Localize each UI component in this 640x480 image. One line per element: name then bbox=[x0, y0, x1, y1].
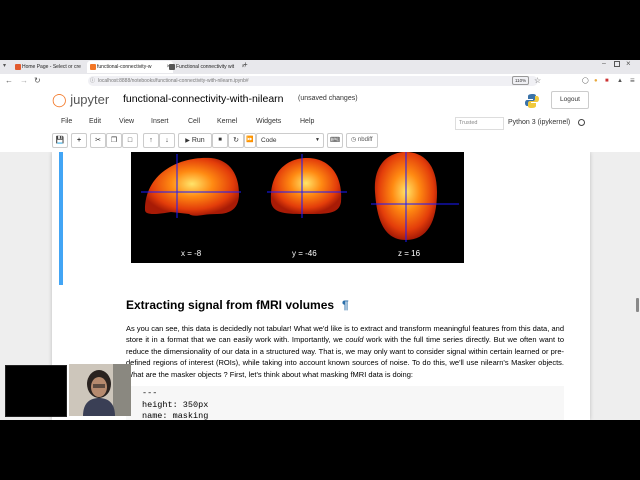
notebook-toolbar: 💾 + ✂ ❐ □ ↑ ↓ ▶ Run ■ ↻ ⏩ Code ▼ ⌨ ◷ nbd… bbox=[0, 132, 640, 150]
reload-icon[interactable]: ↻ bbox=[34, 75, 41, 87]
cell-type-select[interactable]: Code ▼ bbox=[256, 133, 324, 148]
insert-cell-icon[interactable]: + bbox=[71, 133, 87, 148]
cell-type-value: Code bbox=[261, 137, 277, 144]
menu-file[interactable]: File bbox=[61, 114, 72, 130]
jupyter-favicon-icon bbox=[90, 64, 96, 70]
section-heading-text: Extracting signal from fMRI volumes bbox=[126, 298, 335, 312]
section-heading: Extracting signal from fMRI volumes ¶ bbox=[126, 298, 349, 312]
menu-widgets[interactable]: Widgets bbox=[256, 114, 281, 130]
code-lines: --- height: 350px name: masking bbox=[142, 388, 208, 420]
restart-kernel-icon[interactable]: ↻ bbox=[228, 133, 244, 148]
tab-functional-connectivity-notebook[interactable]: functional-connectivity-w × bbox=[87, 61, 173, 73]
bookmark-star-icon[interactable]: ☆ bbox=[534, 75, 541, 87]
zoom-level-badge[interactable]: 110% bbox=[512, 76, 530, 85]
chevron-down-icon: ▼ bbox=[315, 137, 320, 143]
code-line: height: 350px bbox=[142, 399, 209, 410]
tab-functional-connectivity-docs[interactable]: Functional connectivity wit × bbox=[166, 61, 248, 73]
tab-label: functional-connectivity-w bbox=[97, 64, 152, 70]
browser-menu-icon[interactable]: ▾ bbox=[3, 62, 6, 69]
webcam-overlay-blank bbox=[5, 365, 67, 417]
code-block: --- height: 350px name: masking bbox=[126, 386, 564, 420]
nbdiff-label: nbdiff bbox=[357, 137, 373, 143]
move-up-icon[interactable]: ↑ bbox=[143, 133, 159, 148]
history-icon: ◷ bbox=[351, 137, 357, 143]
menu-kernel[interactable]: Kernel bbox=[217, 114, 237, 130]
brain-slices-figure: x = -8 y = -46 z = 16 bbox=[131, 152, 464, 263]
trusted-indicator[interactable]: Trusted bbox=[455, 117, 504, 130]
copy-icon[interactable]: ❐ bbox=[106, 133, 122, 148]
python-logo-icon bbox=[525, 94, 539, 108]
logout-button[interactable]: Logout bbox=[551, 91, 589, 109]
run-button[interactable]: ▶ Run bbox=[178, 133, 212, 148]
selected-cell-indicator bbox=[59, 152, 63, 285]
forward-icon[interactable]: → bbox=[20, 75, 28, 87]
anchor-link[interactable]: ¶ bbox=[342, 298, 349, 312]
tab-label: Functional connectivity wit bbox=[176, 64, 235, 70]
menu-insert[interactable]: Insert bbox=[151, 114, 169, 130]
coord-label-x: x = -8 bbox=[181, 249, 202, 258]
markdown-paragraph: As you can see, this data is decidedly n… bbox=[126, 323, 564, 380]
code-line: --- bbox=[142, 388, 158, 398]
kernel-status-icon bbox=[578, 119, 585, 126]
play-icon: ▶ bbox=[185, 138, 190, 144]
menu-edit[interactable]: Edit bbox=[89, 114, 101, 130]
menu-cell[interactable]: Cell bbox=[188, 114, 200, 130]
code-line: name: masking bbox=[142, 411, 209, 420]
cut-icon[interactable]: ✂ bbox=[90, 133, 106, 148]
brain-slices-image bbox=[141, 152, 459, 242]
jupyter-logo-icon: ◯ bbox=[52, 92, 67, 107]
paste-icon[interactable]: □ bbox=[122, 133, 138, 148]
scrollbar-thumb[interactable] bbox=[636, 298, 639, 312]
notebook-page: x = -8 y = -46 z = 16 Extracting signal … bbox=[52, 152, 590, 420]
menu-help[interactable]: Help bbox=[300, 114, 314, 130]
browser-menu-icon[interactable]: ≡ bbox=[630, 75, 635, 87]
jupyter-logo-text: jupyter bbox=[70, 92, 110, 107]
extension-icon[interactable]: ▲ bbox=[617, 75, 623, 87]
address-text: localhost:8888/notebooks/functional-conn… bbox=[98, 78, 249, 84]
browser-url-bar: ← → ↻ ⓘ localhost:8888/notebooks/functio… bbox=[0, 74, 640, 89]
paragraph-emphasis: could bbox=[345, 335, 364, 345]
page-favicon-icon bbox=[169, 64, 175, 70]
kernel-name[interactable]: Python 3 (ipykernel) bbox=[508, 117, 570, 128]
run-label: Run bbox=[191, 137, 205, 144]
interrupt-kernel-icon[interactable]: ■ bbox=[212, 133, 228, 148]
coord-label-z: z = 16 bbox=[398, 249, 421, 258]
extension-python-icon[interactable]: ● bbox=[594, 75, 598, 87]
save-status: (unsaved changes) bbox=[298, 95, 358, 102]
window-maximize-icon[interactable] bbox=[614, 61, 620, 67]
browser-tab-bar: ▾ Home Page - Select or cre × functional… bbox=[0, 60, 640, 75]
webcam-overlay-presenter bbox=[69, 364, 131, 416]
save-icon[interactable]: 💾 bbox=[52, 133, 68, 148]
window-close-icon[interactable]: × bbox=[626, 60, 631, 68]
tab-label: Home Page - Select or cre bbox=[22, 64, 81, 70]
back-icon[interactable]: ← bbox=[5, 75, 13, 87]
notebook-title[interactable]: functional-connectivity-with-nilearn bbox=[123, 93, 284, 105]
restart-run-all-icon[interactable]: ⏩ bbox=[244, 133, 256, 148]
move-down-icon[interactable]: ↓ bbox=[159, 133, 175, 148]
tab-home[interactable]: Home Page - Select or cre × bbox=[12, 61, 94, 73]
window-minimize-icon[interactable]: – bbox=[602, 60, 606, 67]
extension-ublock-icon[interactable]: ■ bbox=[605, 75, 609, 87]
jupyter-logo[interactable]: ◯ jupyter bbox=[52, 92, 109, 108]
nbdiff-button[interactable]: ◷ nbdiff bbox=[346, 133, 378, 148]
page-info-icon[interactable]: ⓘ bbox=[90, 76, 95, 86]
menu-view[interactable]: View bbox=[119, 114, 134, 130]
new-tab-button[interactable]: + bbox=[243, 60, 248, 69]
jupyter-favicon-icon bbox=[15, 64, 21, 70]
reader-view-icon[interactable]: ◯ bbox=[582, 75, 589, 87]
presenter-avatar bbox=[69, 364, 131, 416]
command-palette-icon[interactable]: ⌨ bbox=[327, 133, 343, 148]
address-input[interactable]: ⓘ localhost:8888/notebooks/functional-co… bbox=[88, 76, 538, 86]
coord-label-y: y = -46 bbox=[292, 249, 317, 258]
